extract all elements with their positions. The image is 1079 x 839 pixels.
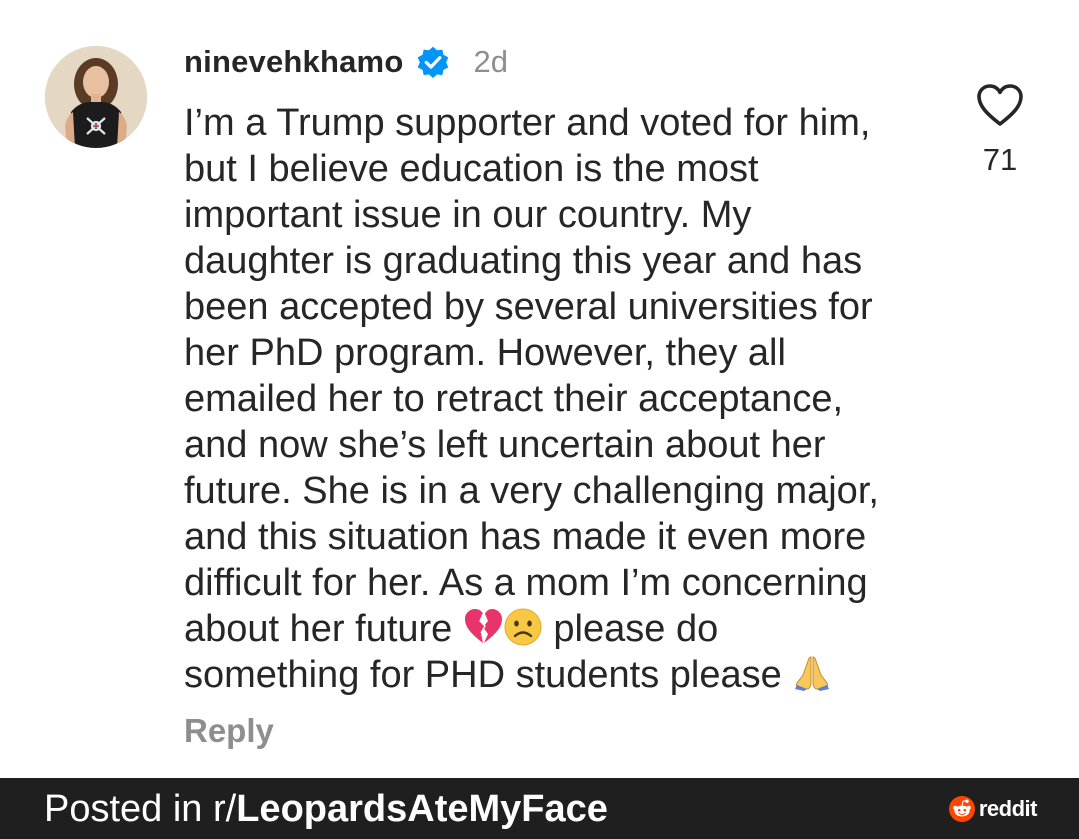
comment-line-with-emoji: something for PHD students please <box>184 652 914 698</box>
reddit-snoo-icon <box>948 796 975 822</box>
broken-heart-icon <box>464 609 502 643</box>
comment-line: but I believe education is the most <box>184 148 759 190</box>
like-area: 71 <box>972 82 1028 178</box>
username[interactable]: ninevehkhamo <box>184 44 403 80</box>
verified-badge-icon <box>418 46 449 79</box>
posted-in-text: Posted in r/LeopardsAteMyFace <box>44 786 608 832</box>
like-count: 71 <box>982 142 1018 177</box>
reddit-wordmark: reddit <box>978 796 1038 821</box>
comment-line: I’m a Trump supporter and voted for him, <box>184 102 871 144</box>
sad-face-icon <box>504 608 542 646</box>
heart-outline-icon[interactable] <box>975 82 1025 128</box>
comment-line: future. She is in a very challenging maj… <box>184 470 879 512</box>
comment-line-text: something for PHD students please <box>184 654 793 696</box>
page: ninevehkhamo 2d I’m a Trump supporter an… <box>0 0 1079 839</box>
comment-line: emailed her to retract their acceptance, <box>184 378 844 420</box>
comment-line: important issue in our country. My <box>184 194 752 236</box>
comment-line-text: please do <box>542 608 719 650</box>
comment-line: and this situation has made it even more <box>184 516 867 558</box>
avatar-photo <box>45 46 147 148</box>
comment-line-with-emojis: about her future please do <box>184 606 914 652</box>
comment-header: ninevehkhamo 2d <box>184 40 508 84</box>
comment-line: been accepted by several universities fo… <box>184 286 873 328</box>
subreddit-name[interactable]: LeopardsAteMyFace <box>236 788 608 830</box>
comment-line: and now she’s left uncertain about her <box>184 424 826 466</box>
comment: ninevehkhamo 2d I’m a Trump supporter an… <box>0 0 1079 778</box>
comment-text: I’m a Trump supporter and voted for him,… <box>184 100 914 698</box>
posted-prefix: Posted in r/ <box>44 788 237 830</box>
folded-hands-icon <box>795 656 830 691</box>
timestamp: 2d <box>473 44 508 79</box>
reply-button[interactable]: Reply <box>184 712 274 750</box>
comment-line: her PhD program. However, they all <box>184 332 786 374</box>
comment-line-text: about her future <box>184 608 463 650</box>
reddit-logo: reddit <box>948 795 1038 823</box>
reddit-footer-banner: Posted in r/LeopardsAteMyFace reddit <box>0 778 1079 839</box>
comment-line: daughter is graduating this year and has <box>184 240 863 282</box>
comment-line: difficult for her. As a mom I’m concerni… <box>184 562 868 604</box>
avatar[interactable] <box>45 46 147 148</box>
